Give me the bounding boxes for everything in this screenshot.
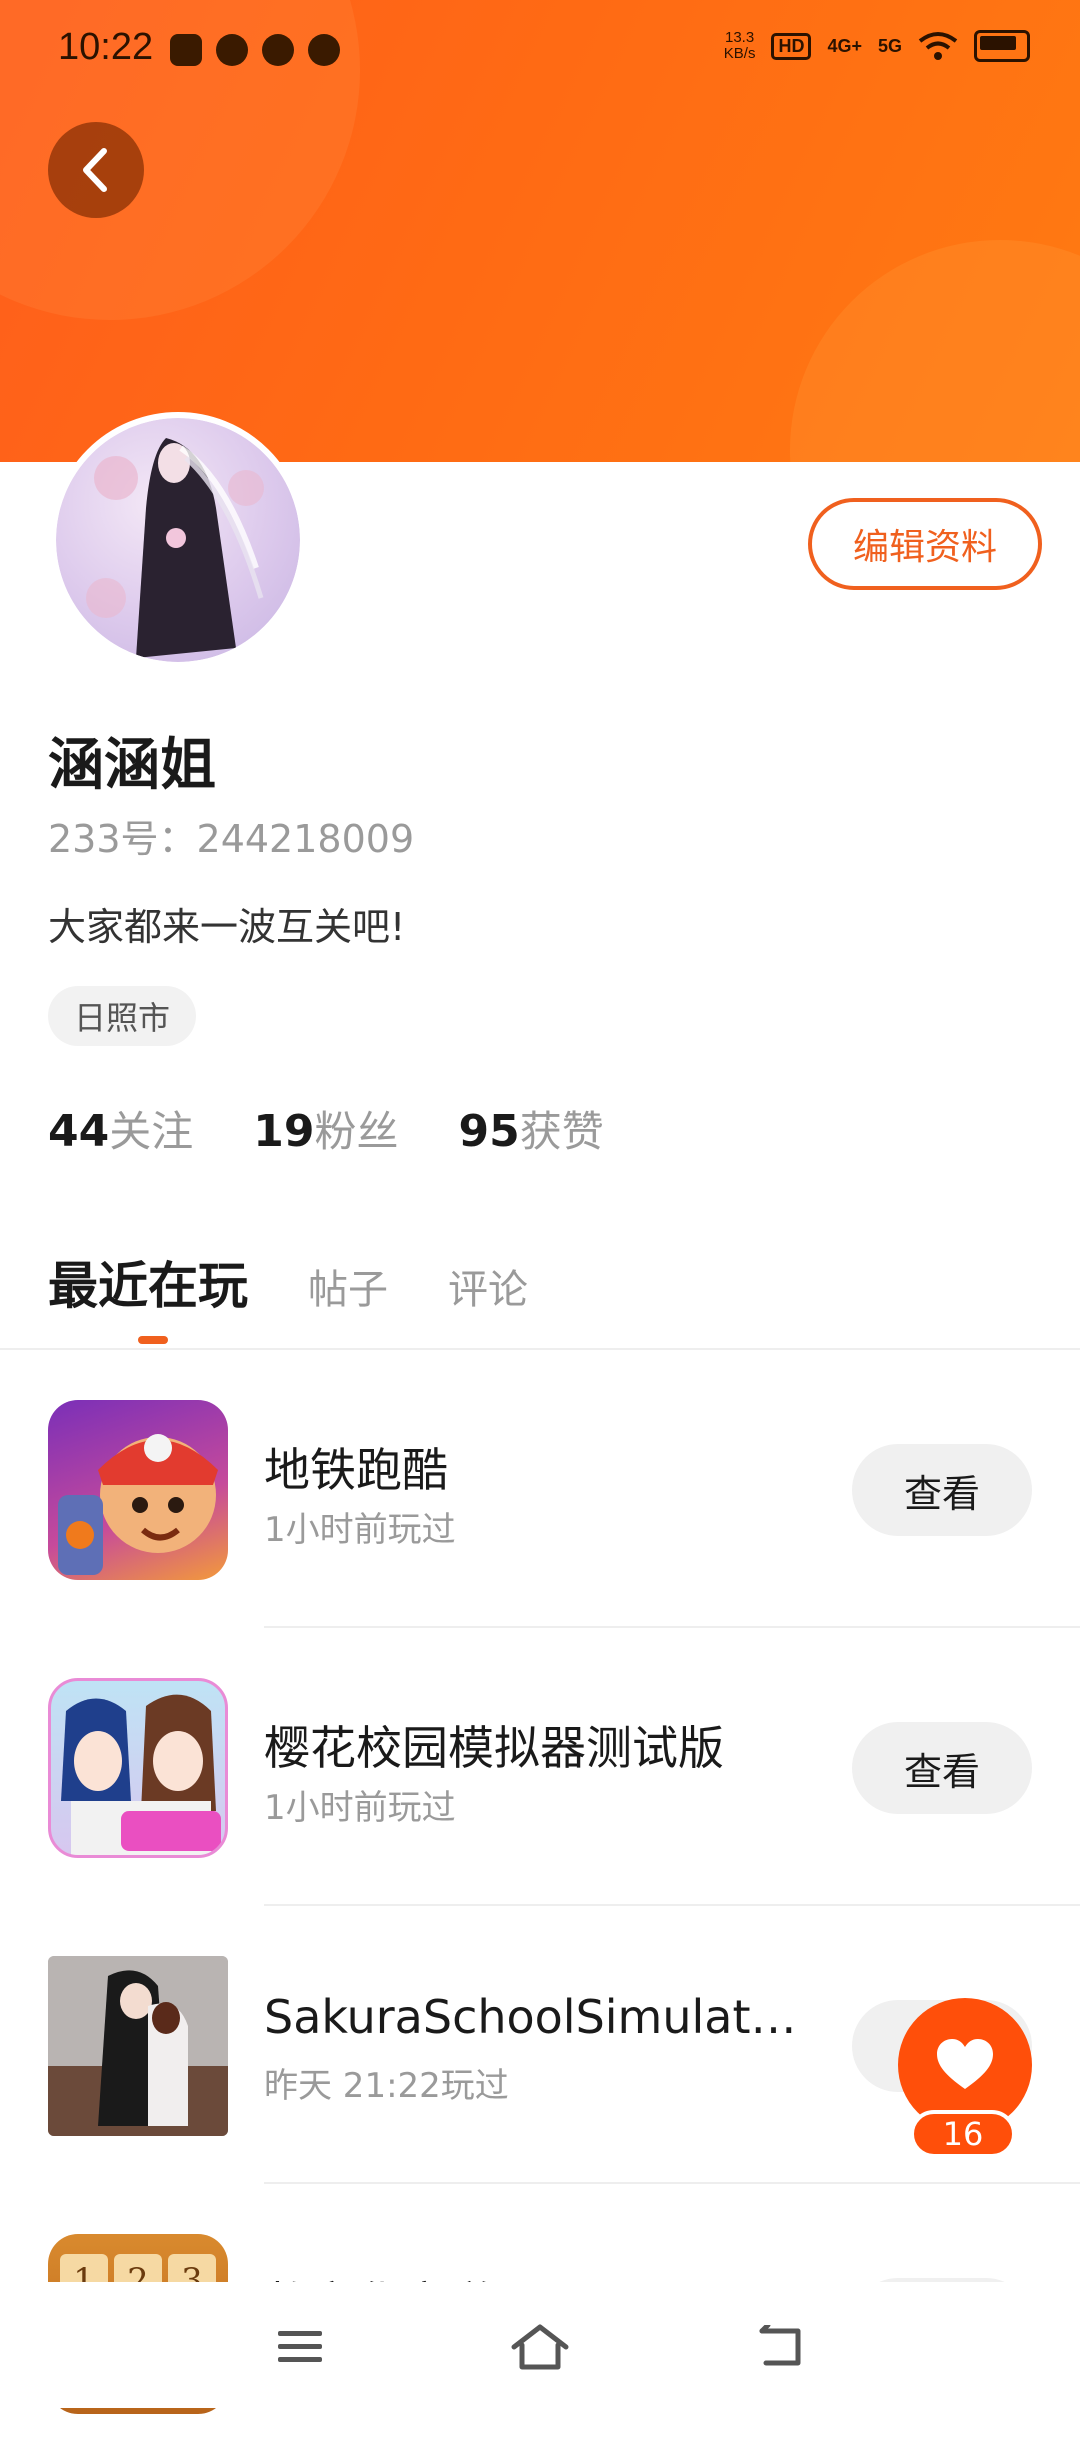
- battery-icon: [974, 30, 1030, 62]
- view-button[interactable]: 查看: [852, 1722, 1032, 1814]
- tab-recently-played[interactable]: 最近在玩: [48, 1246, 248, 1318]
- status-bar: 10:22 13.3 KB/s HD 4G+ 5G: [0, 0, 1080, 100]
- network-speed-unit: KB/s: [723, 45, 756, 62]
- game-name: 地铁跑酷: [264, 1443, 448, 1497]
- location-tag[interactable]: 日照市: [48, 986, 197, 1046]
- edit-profile-button[interactable]: 编辑资料: [808, 498, 1042, 590]
- avatar[interactable]: [50, 412, 306, 668]
- list-item[interactable]: 地铁跑酷 1小时前玩过 查看: [0, 1350, 1080, 1628]
- game-icon: [48, 1956, 228, 2136]
- avatar-illustration: [86, 438, 264, 658]
- bio: 大家都来一波互关吧!: [48, 905, 406, 949]
- stat-likes[interactable]: 95 获赞: [459, 1098, 604, 1159]
- chevron-left-icon: [83, 148, 107, 192]
- stat-following-label: 关注: [109, 1107, 194, 1156]
- system-navigation-bar: [0, 2282, 1080, 2408]
- game-played-time: 1小时前玩过: [264, 1510, 456, 1550]
- sakura-school-screenshot-icon: [48, 1956, 228, 2136]
- profile-stats: 44 关注 19 粉丝 95 获赞: [48, 1098, 604, 1159]
- stat-followers-count: 19: [253, 1106, 315, 1157]
- game-name: 樱花校园模拟器测试版: [264, 1721, 724, 1775]
- back-nav-button[interactable]: [740, 2312, 820, 2382]
- game-icon: [48, 1678, 228, 1858]
- menu-button[interactable]: [260, 2312, 340, 2382]
- user-id: 233号：244218009: [48, 817, 415, 861]
- back-icon: [759, 2325, 801, 2366]
- tab-posts[interactable]: 帖子: [308, 1257, 388, 1315]
- network-speed: 13.3 KB/s: [724, 30, 756, 62]
- home-icon: [511, 2324, 569, 2370]
- view-button[interactable]: 查看: [852, 1444, 1032, 1536]
- list-item[interactable]: 樱花校园模拟器测试版 1小时前玩过 查看: [0, 1628, 1080, 1906]
- tab-active-indicator: [138, 1336, 168, 1344]
- back-button[interactable]: [48, 122, 144, 218]
- stat-followers-label: 粉丝: [314, 1107, 399, 1156]
- stat-following-count: 44: [48, 1106, 110, 1157]
- hd-icon: HD: [771, 32, 812, 60]
- menu-icon: [278, 2331, 322, 2362]
- avatar-image: [56, 418, 300, 662]
- stat-likes-count: 95: [458, 1106, 520, 1157]
- network-speed-value: 13.3: [725, 29, 755, 46]
- stat-following[interactable]: 44 关注: [48, 1098, 193, 1159]
- game-played-time: 1小时前玩过: [264, 1788, 456, 1828]
- stat-followers[interactable]: 19 粉丝: [253, 1098, 398, 1159]
- notification-icons: [170, 34, 340, 66]
- game-icon: [48, 1400, 228, 1580]
- game-played-time: 昨天 21:22玩过: [264, 2066, 509, 2106]
- signal-4g-icon: 4G+: [827, 35, 862, 56]
- sakura-school-icon: [61, 1694, 221, 1855]
- heart-icon: [937, 2039, 993, 2089]
- home-button[interactable]: [500, 2312, 580, 2382]
- stat-likes-label: 获赞: [519, 1107, 604, 1156]
- app-notification-icon: [170, 34, 202, 66]
- status-indicators: 13.3 KB/s HD 4G+ 5G: [724, 30, 1030, 62]
- header-decoration: [790, 240, 1080, 462]
- tab-comments[interactable]: 评论: [448, 1257, 528, 1315]
- compass-app-icon: [308, 34, 340, 66]
- subway-surfers-icon: [58, 1434, 218, 1575]
- like-count-badge: 16: [910, 2110, 1016, 2158]
- wechat-icon: [216, 34, 248, 66]
- nickname: 涵涵姐: [48, 733, 216, 798]
- wifi-icon: [918, 32, 958, 60]
- audio-app-icon: [262, 34, 294, 66]
- profile-tabs: 最近在玩 帖子 评论: [48, 1246, 528, 1318]
- status-time: 10:22: [58, 26, 154, 68]
- game-name: SakuraSchoolSimulat…: [264, 1990, 797, 2044]
- signal-5g-icon: 5G: [877, 35, 902, 56]
